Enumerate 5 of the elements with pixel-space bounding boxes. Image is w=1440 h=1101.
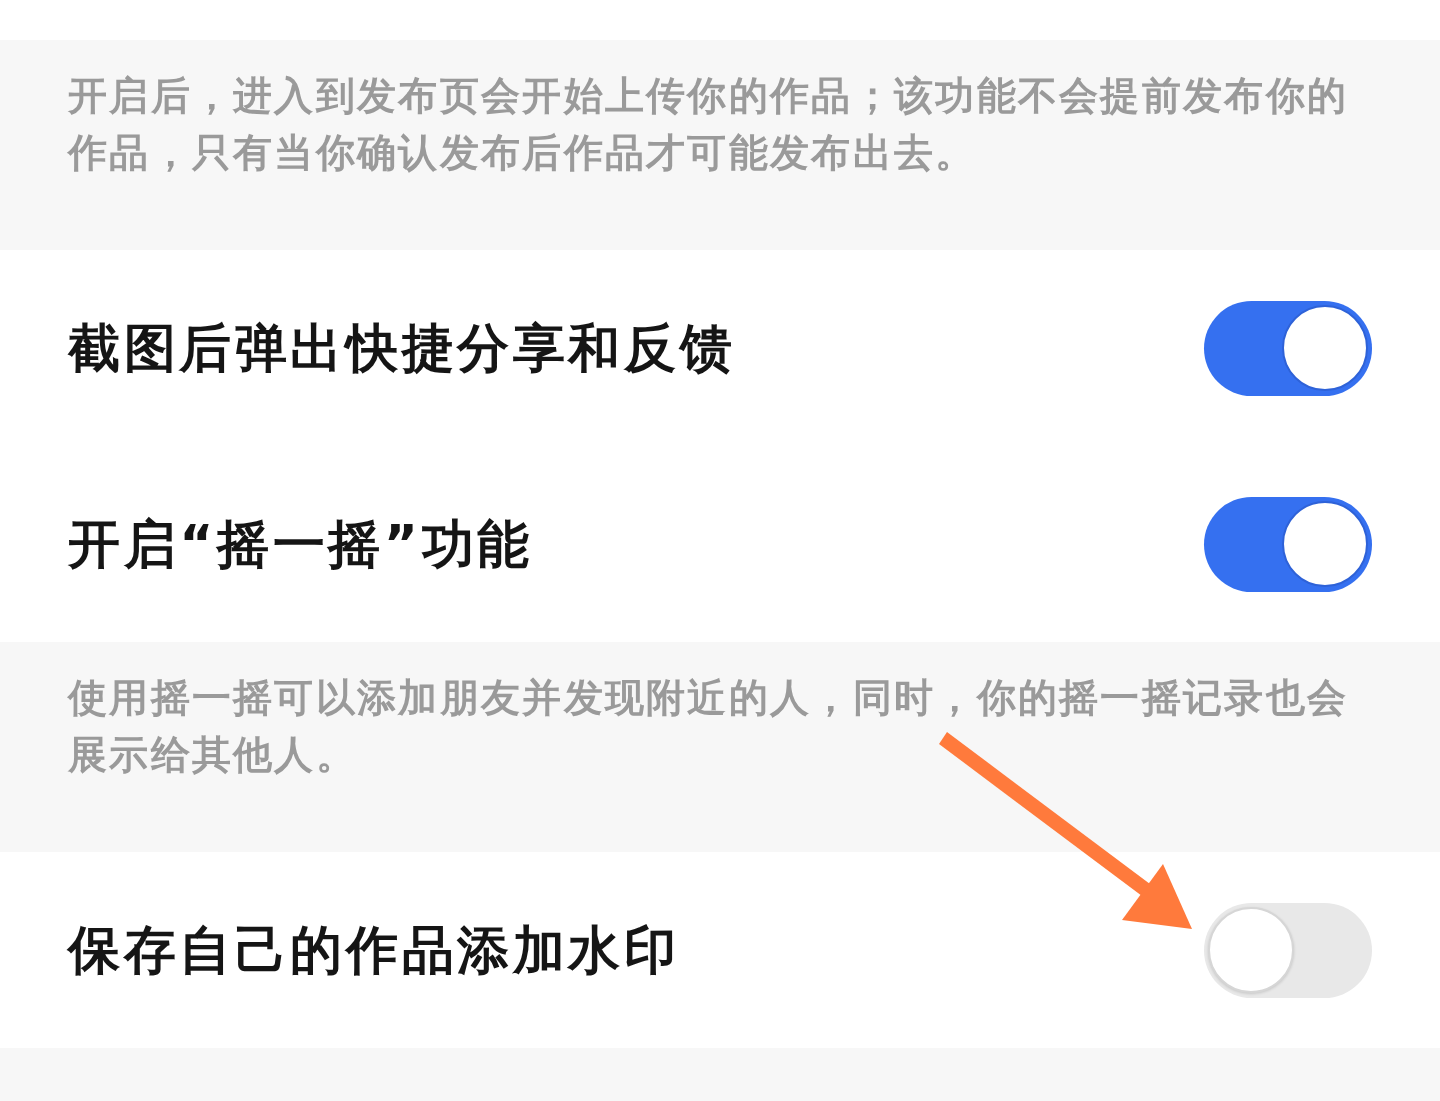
setting-description: 使用摇一摇可以添加朋友并发现附近的人，同时，你的摇一摇记录也会展示给其他人。 [68, 674, 1350, 779]
setting-label: 保存自己的作品添加水印 [68, 919, 680, 982]
setting-label: 截图后弹出快捷分享和反馈 [68, 317, 736, 380]
setting-description: 开启后，进入到发布页会开始上传你的作品；该功能不会提前发布你的作品，只有当你确认发布后作品才可能发布出去。 [68, 72, 1350, 177]
setting-label: 开启“摇一摇”功能 [68, 513, 533, 576]
